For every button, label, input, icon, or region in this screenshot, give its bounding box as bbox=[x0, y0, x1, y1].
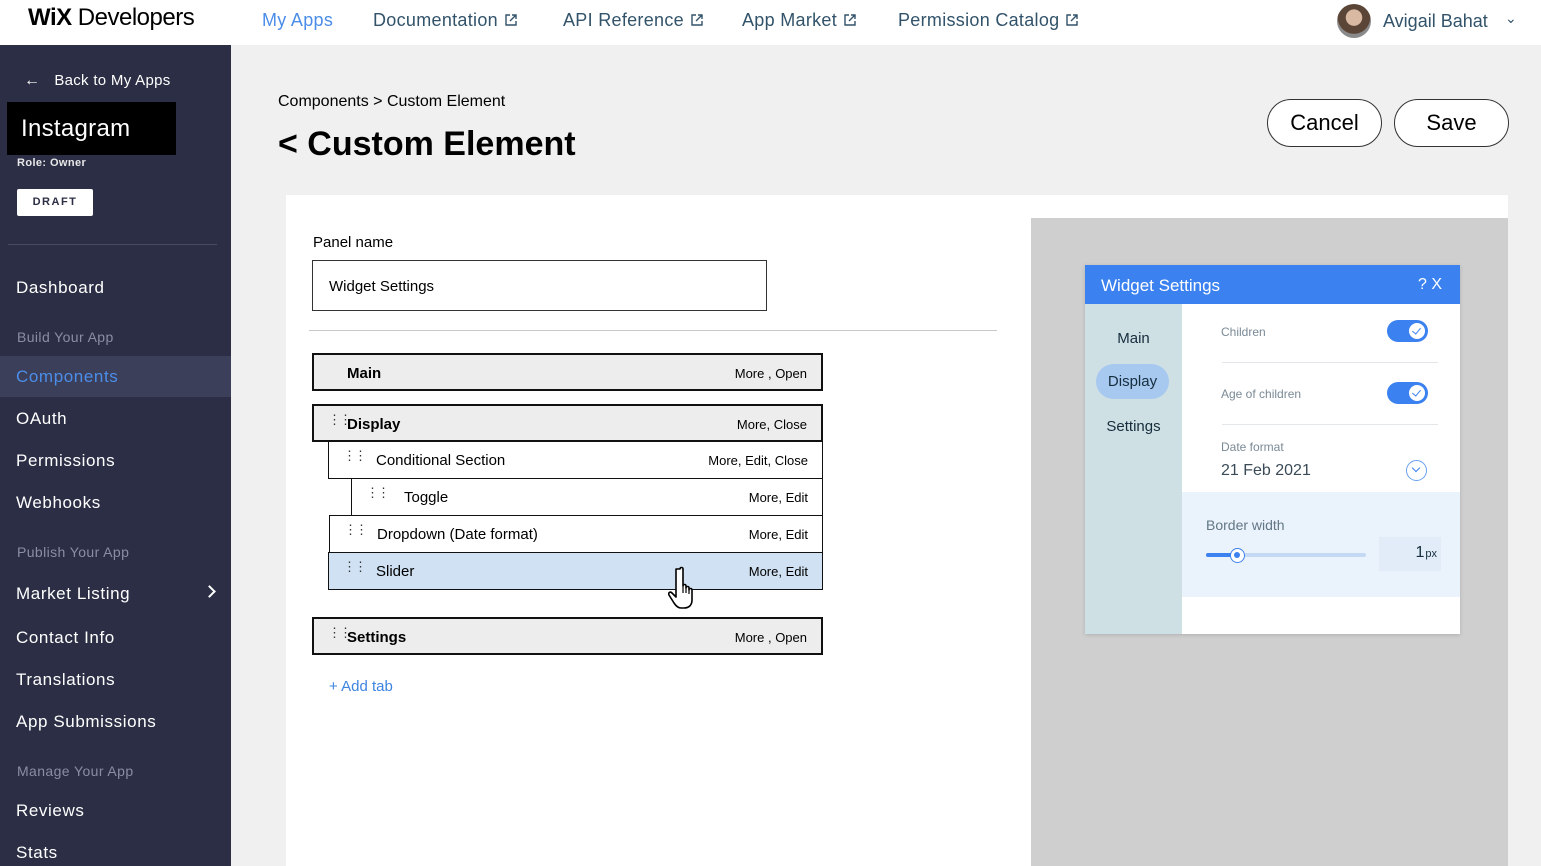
tab-row-main[interactable]: Main More , Open bbox=[312, 353, 823, 391]
sidebar-item-app-submissions[interactable]: App Submissions bbox=[16, 712, 156, 732]
external-link-icon bbox=[505, 14, 517, 26]
sidebar-item-translations[interactable]: Translations bbox=[16, 670, 115, 690]
status-badge: DRAFT bbox=[17, 189, 93, 216]
check-icon bbox=[1409, 385, 1425, 401]
sidebar-item-webhooks[interactable]: Webhooks bbox=[16, 493, 101, 513]
date-format-value[interactable]: 21 Feb 2021 bbox=[1221, 462, 1311, 480]
panel-header: Widget Settings ? X bbox=[1085, 265, 1460, 304]
external-link-icon bbox=[844, 14, 856, 26]
page-title[interactable]: < Custom Element bbox=[278, 125, 576, 164]
app-role: Role: Owner bbox=[17, 157, 87, 169]
panel-tab-sidebar: Main Display Settings bbox=[1085, 304, 1182, 634]
nav-documentation[interactable]: Documentation bbox=[373, 10, 518, 31]
add-tab-link[interactable]: + Add tab bbox=[329, 678, 393, 695]
nav-app-market[interactable]: App Market bbox=[742, 10, 857, 31]
children-toggle[interactable] bbox=[1387, 320, 1428, 342]
tab-row-settings[interactable]: ⋮⋮ Settings More , Open bbox=[312, 617, 823, 655]
divider bbox=[1222, 362, 1438, 363]
tab-row-actions[interactable]: More , Open bbox=[735, 366, 807, 381]
sidebar-section-build: Build Your App bbox=[17, 329, 114, 345]
element-row-actions[interactable]: More, Edit bbox=[749, 527, 808, 542]
nav-permission-catalog[interactable]: Permission Catalog bbox=[898, 10, 1079, 31]
cancel-button[interactable]: Cancel bbox=[1267, 99, 1382, 147]
element-row-slider[interactable]: ⋮⋮ Slider More, Edit bbox=[328, 552, 823, 590]
chevron-down-icon[interactable] bbox=[1406, 460, 1427, 481]
panel-tab-main[interactable]: Main bbox=[1085, 330, 1182, 347]
divider bbox=[1222, 424, 1438, 425]
date-format-label: Date format bbox=[1221, 440, 1284, 454]
border-width-label: Border width bbox=[1206, 517, 1285, 533]
help-close-icons[interactable]: ? X bbox=[1418, 276, 1442, 294]
age-of-children-label: Age of children bbox=[1221, 387, 1302, 401]
element-row-label: Dropdown (Date format) bbox=[377, 526, 538, 543]
hand-pointer-cursor-icon bbox=[668, 566, 693, 609]
tab-row-actions[interactable]: More , Open bbox=[735, 630, 807, 645]
sidebar-item-market-listing[interactable]: Market Listing bbox=[16, 584, 130, 604]
children-label: Children bbox=[1221, 325, 1266, 339]
top-navigation-bar: WiX Developers My Apps Documentation API… bbox=[0, 0, 1541, 45]
sidebar-item-oauth[interactable]: OAuth bbox=[16, 409, 67, 429]
chevron-down-icon: ⌄ bbox=[1505, 10, 1517, 26]
chevron-right-icon[interactable] bbox=[203, 585, 216, 598]
external-link-icon bbox=[1066, 14, 1079, 26]
element-row-actions[interactable]: More, Edit bbox=[749, 564, 808, 579]
element-row-dropdown[interactable]: ⋮⋮ Dropdown (Date format) More, Edit bbox=[329, 515, 823, 553]
drag-handle-icon[interactable]: ⋮⋮ bbox=[343, 449, 367, 462]
sidebar-item-stats[interactable]: Stats bbox=[16, 843, 58, 863]
drag-handle-icon[interactable]: ⋮⋮ bbox=[344, 523, 368, 536]
arrow-left-icon: ← bbox=[24, 72, 41, 89]
age-of-children-toggle[interactable] bbox=[1387, 382, 1428, 404]
back-to-my-apps-link[interactable]: ← Back to My Apps bbox=[24, 72, 171, 90]
tab-row-label: Settings bbox=[347, 629, 407, 646]
user-name: Avigail Bahat bbox=[1383, 11, 1488, 31]
tab-row-display[interactable]: ⋮⋮ Display More, Close bbox=[312, 404, 823, 442]
panel-name-input[interactable]: Widget Settings bbox=[312, 260, 767, 311]
sidebar-section-publish: Publish Your App bbox=[17, 544, 130, 560]
element-row-label: Slider bbox=[376, 563, 415, 580]
sidebar-divider bbox=[8, 244, 217, 245]
sidebar-item-contact-info[interactable]: Contact Info bbox=[16, 628, 115, 648]
element-row-label: Conditional Section bbox=[376, 452, 506, 469]
section-divider bbox=[309, 330, 997, 331]
border-width-value[interactable]: 1px bbox=[1379, 537, 1441, 571]
panel-tab-display[interactable]: Display bbox=[1096, 364, 1169, 399]
sidebar-item-dashboard[interactable]: Dashboard bbox=[16, 278, 105, 298]
avatar bbox=[1337, 4, 1371, 38]
panel-title: Widget Settings bbox=[1101, 276, 1221, 295]
external-link-icon bbox=[691, 14, 703, 26]
sidebar: ← Back to My Apps Instagram Role: Owner D… bbox=[0, 45, 231, 866]
slider-thumb[interactable] bbox=[1230, 548, 1245, 563]
element-row-actions[interactable]: More, Edit bbox=[749, 490, 808, 505]
breadcrumb[interactable]: Components > Custom Element bbox=[278, 93, 505, 111]
app-name: Instagram bbox=[7, 102, 176, 155]
sidebar-item-reviews[interactable]: Reviews bbox=[16, 801, 84, 821]
element-row-conditional-section[interactable]: ⋮⋮ Conditional Section More, Edit, Close bbox=[328, 441, 823, 479]
sidebar-section-manage: Manage Your App bbox=[17, 763, 134, 779]
drag-handle-icon[interactable]: ⋮⋮ bbox=[343, 560, 367, 573]
tab-row-label: Display bbox=[347, 416, 401, 433]
sidebar-item-permissions[interactable]: Permissions bbox=[16, 451, 115, 471]
wix-developers-logo[interactable]: WiX Developers bbox=[28, 4, 195, 32]
panel-name-label: Panel name bbox=[313, 234, 394, 251]
element-row-label: Toggle bbox=[404, 489, 449, 506]
element-row-toggle[interactable]: ⋮⋮ Toggle More, Edit bbox=[351, 478, 823, 516]
tab-row-label: Main bbox=[347, 365, 382, 382]
element-row-actions[interactable]: More, Edit, Close bbox=[708, 453, 808, 468]
save-button[interactable]: Save bbox=[1394, 99, 1509, 147]
sidebar-item-components[interactable]: Components bbox=[16, 367, 118, 387]
nav-api-reference[interactable]: API Reference bbox=[563, 10, 704, 31]
check-icon bbox=[1409, 323, 1425, 339]
panel-tab-settings[interactable]: Settings bbox=[1085, 418, 1182, 435]
drag-handle-icon[interactable]: ⋮⋮ bbox=[366, 486, 390, 499]
nav-my-apps[interactable]: My Apps bbox=[262, 10, 333, 31]
tab-row-actions[interactable]: More, Close bbox=[737, 417, 807, 432]
